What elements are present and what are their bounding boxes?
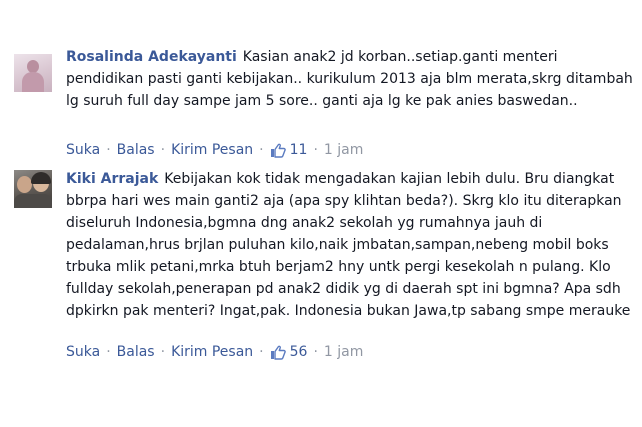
comment-actions: Suka · Balas · Kirim Pesan · 56 · 1 jam	[66, 344, 363, 360]
separator: ·	[259, 344, 264, 360]
separator: ·	[106, 344, 111, 360]
top-strip	[0, 0, 642, 20]
like-count[interactable]: 11	[290, 142, 308, 158]
comment-body: Kiki Arrajak Kebijakan kok tidak mengadak…	[66, 168, 636, 322]
thumbs-up-icon[interactable]	[270, 345, 286, 360]
separator: ·	[313, 344, 318, 360]
comment-actions: Suka · Balas · Kirim Pesan · 11 · 1 jam	[66, 142, 363, 158]
reply-button[interactable]: Balas	[117, 344, 155, 360]
timestamp[interactable]: 1 jam	[324, 344, 363, 360]
send-message-button[interactable]: Kirim Pesan	[171, 344, 253, 360]
avatar[interactable]	[14, 54, 52, 92]
like-button[interactable]: Suka	[66, 344, 100, 360]
separator: ·	[106, 142, 111, 158]
like-count[interactable]: 56	[290, 344, 308, 360]
separator: ·	[259, 142, 264, 158]
send-message-button[interactable]: Kirim Pesan	[171, 142, 253, 158]
avatar[interactable]	[14, 170, 52, 208]
comment-author[interactable]: Rosalinda Adekayanti	[66, 49, 237, 65]
like-button[interactable]: Suka	[66, 142, 100, 158]
timestamp[interactable]: 1 jam	[324, 142, 363, 158]
separator: ·	[313, 142, 318, 158]
comment-body: Rosalinda Adekayanti Kasian anak2 jd korb…	[66, 46, 636, 112]
separator: ·	[160, 344, 166, 360]
separator: ·	[160, 142, 166, 158]
reply-button[interactable]: Balas	[117, 142, 155, 158]
comment-author[interactable]: Kiki Arrajak	[66, 171, 158, 187]
comment-text: Kebijakan kok tidak mengadakan kajian le…	[66, 171, 631, 319]
thumbs-up-icon[interactable]	[270, 143, 286, 158]
